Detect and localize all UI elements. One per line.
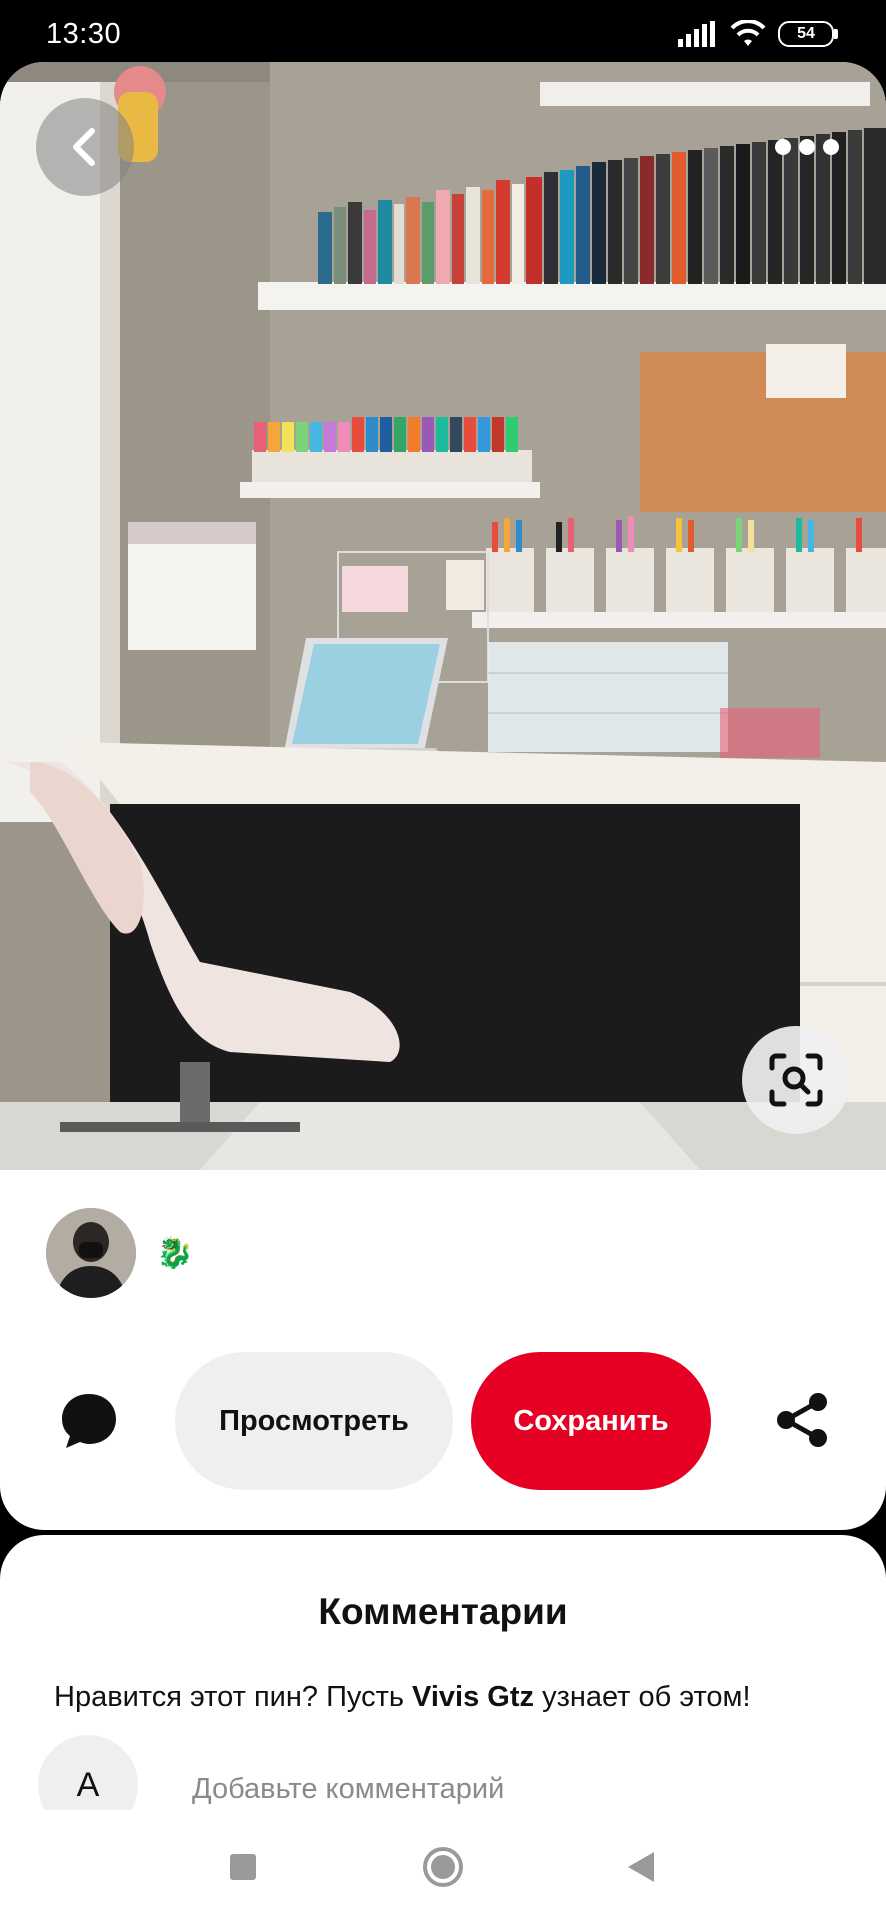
view-button[interactable]: Просмотреть (175, 1352, 453, 1490)
visual-search-button[interactable] (742, 1026, 850, 1134)
save-button[interactable]: Сохранить (471, 1352, 711, 1490)
author-row[interactable]: 🐉 (46, 1208, 193, 1298)
status-bar: 13:30 54 (0, 0, 886, 62)
author-avatar[interactable] (46, 1208, 136, 1298)
status-time: 13:30 (46, 18, 122, 50)
more-options-dot (823, 139, 839, 155)
battery-level: 54 (797, 25, 815, 42)
more-options-button[interactable] (752, 112, 862, 182)
action-row: Просмотреть Сохранить (0, 1352, 886, 1490)
nav-recents-icon[interactable] (230, 1854, 256, 1880)
nav-home-icon[interactable] (422, 1846, 464, 1888)
more-options-dot (799, 139, 815, 155)
comments-prompt-before: Нравится этот пин? Пусть (54, 1681, 413, 1713)
author-emoji: 🐉 (156, 1236, 194, 1270)
more-options-icon (775, 139, 791, 155)
pin-image[interactable] (0, 62, 886, 1170)
comment-input[interactable] (192, 1767, 752, 1811)
wifi-icon (730, 20, 766, 46)
nav-bar (0, 1810, 886, 1920)
comments-prompt-after: узнает об этом! (534, 1681, 751, 1713)
battery-icon: 54 (778, 21, 838, 47)
signal-icon (678, 21, 715, 47)
status-icons: 54 (678, 20, 838, 48)
comment-icon[interactable] (58, 1390, 120, 1452)
comments-prompt-author[interactable]: Vivis Gtz (412, 1681, 534, 1713)
visual-search-icon (769, 1053, 823, 1107)
comments-prompt: Нравится этот пин? Пусть Vivis Gtz узнае… (54, 1681, 751, 1714)
comments-panel: Комментарии Нравится этот пин? Пусть Viv… (0, 1535, 886, 1835)
back-arrow-icon (73, 128, 95, 166)
comments-title: Комментарии (318, 1591, 568, 1632)
back-button[interactable] (36, 98, 134, 196)
pin-card: 🐉 Просмотреть Сохранить (0, 62, 886, 1530)
nav-back-icon[interactable] (626, 1850, 656, 1884)
share-icon[interactable] (772, 1390, 832, 1450)
